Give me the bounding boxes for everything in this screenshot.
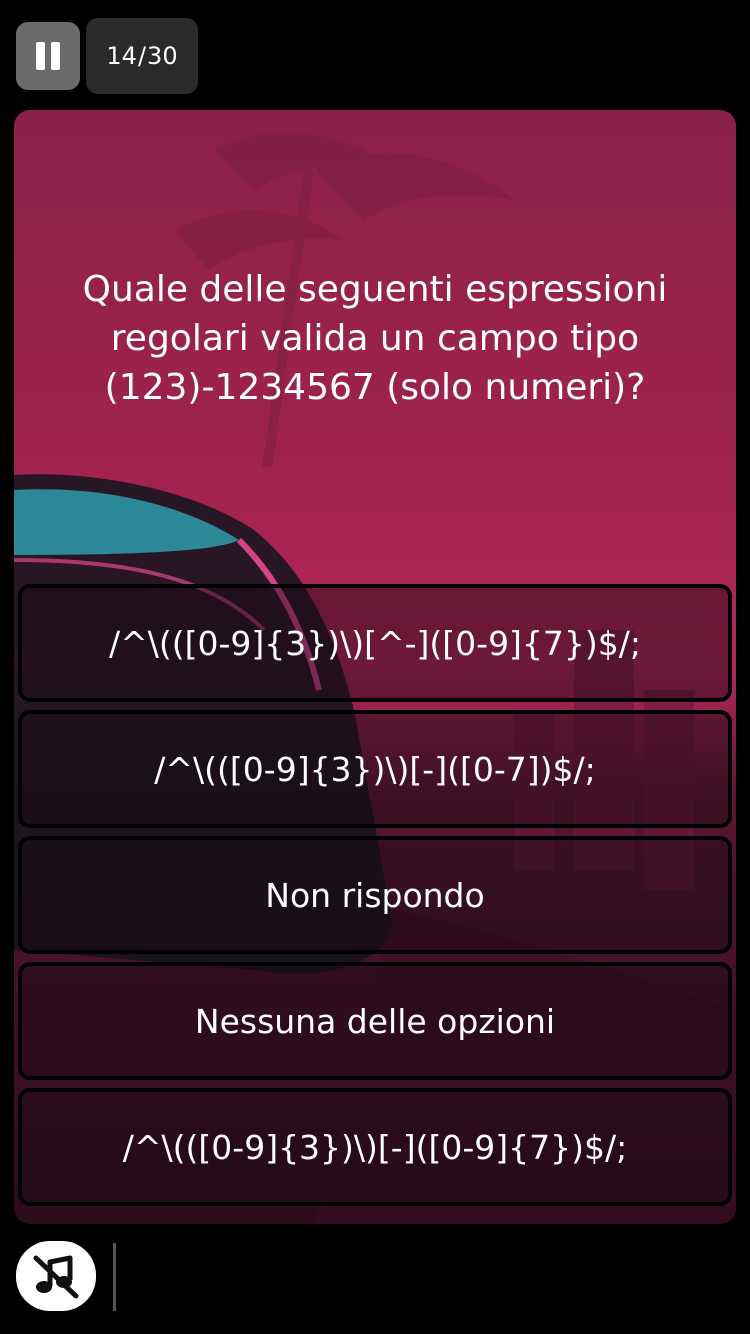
pause-icon: [33, 42, 63, 70]
answer-option-5[interactable]: /^\(([0-9]{3})\)[-]([0-9]{7})$/;: [18, 1088, 732, 1206]
footer-divider: [113, 1243, 116, 1311]
answer-list: /^\(([0-9]{3})\)[^-]([0-9]{7})$/; /^\(([…: [18, 584, 732, 1214]
question-progress: 14 / 30: [86, 18, 198, 94]
progress-current: 14: [106, 42, 137, 70]
music-toggle-button[interactable]: [16, 1241, 96, 1311]
question-text: Quale delle seguenti espressioni regolar…: [82, 269, 668, 408]
music-off-icon: [33, 1255, 79, 1299]
answer-option-2[interactable]: /^\(([0-9]{3})\)[-]([0-7])$/;: [18, 710, 732, 828]
question-card: Quale delle seguenti espressioni regolar…: [14, 110, 736, 1224]
answer-option-1[interactable]: /^\(([0-9]{3})\)[^-]([0-9]{7})$/;: [18, 584, 732, 702]
answer-option-4[interactable]: Nessuna delle opzioni: [18, 962, 732, 1080]
progress-separator: /: [137, 42, 147, 70]
progress-total: 30: [147, 42, 178, 70]
answer-option-3[interactable]: Non rispondo: [18, 836, 732, 954]
pause-button[interactable]: [16, 22, 80, 90]
